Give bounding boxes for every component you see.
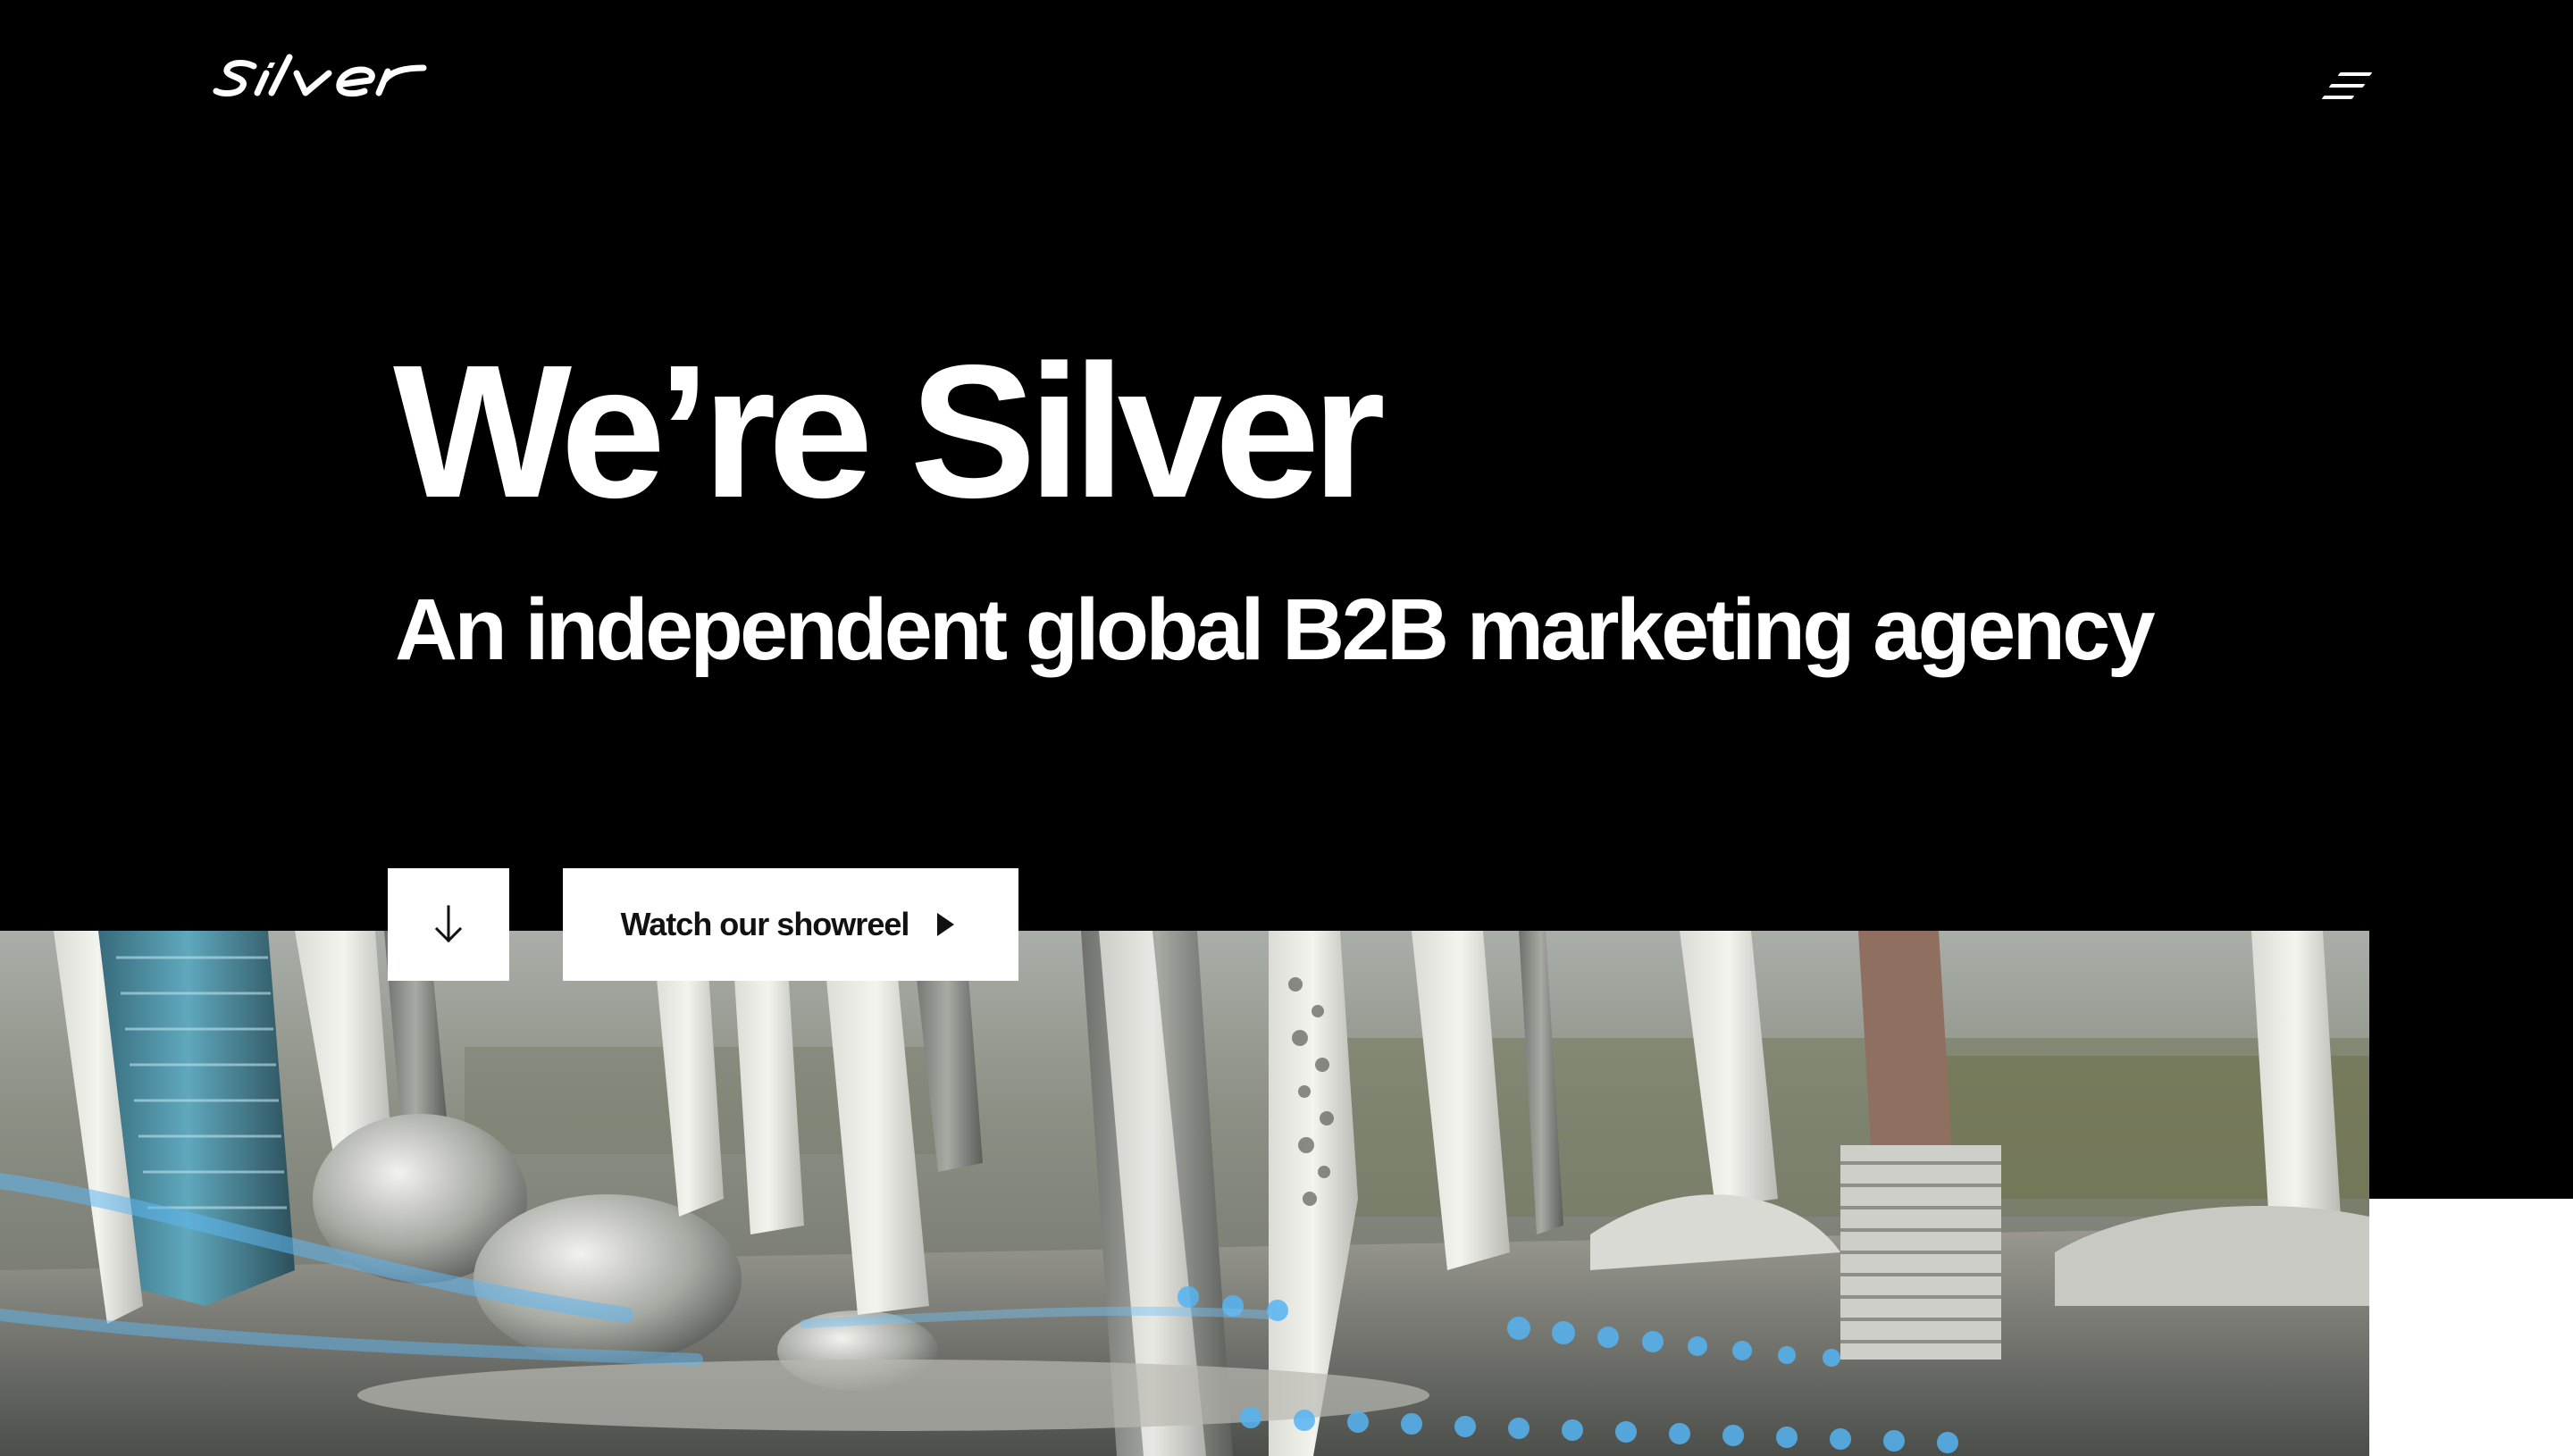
hero-title: We’re Silver	[393, 325, 1386, 537]
hamburger-menu-icon	[2337, 72, 2373, 76]
arrow-down-icon	[434, 905, 463, 943]
hero-subtitle: An independent global B2B marketing agen…	[395, 581, 2156, 678]
page: We’re Silver An independent global B2B m…	[0, 0, 2573, 1456]
showreel-label: Watch our showreel	[620, 906, 910, 942]
menu-line	[2328, 84, 2366, 88]
white-corner-block	[2369, 1199, 2573, 1456]
play-icon	[937, 913, 955, 936]
hero-video[interactable]	[0, 931, 2369, 1456]
menu-button[interactable]	[2319, 66, 2382, 107]
scroll-down-button[interactable]	[388, 868, 509, 981]
watch-showreel-button[interactable]: Watch our showreel	[563, 868, 1018, 981]
silver-logo[interactable]	[213, 54, 438, 100]
city-illustration	[0, 931, 2369, 1456]
menu-line	[2321, 96, 2355, 99]
